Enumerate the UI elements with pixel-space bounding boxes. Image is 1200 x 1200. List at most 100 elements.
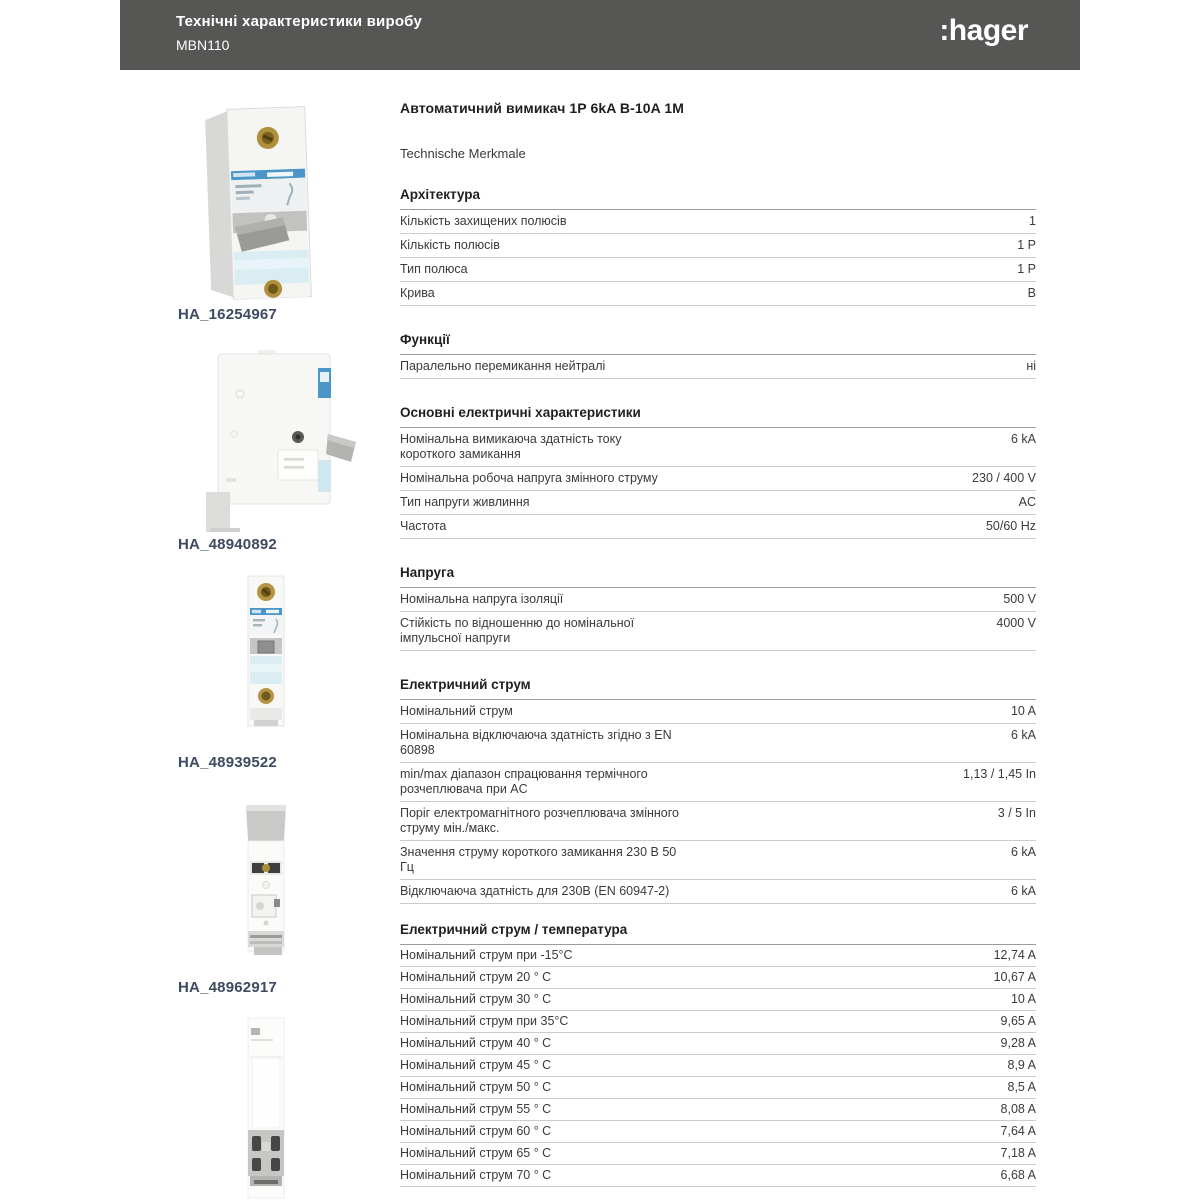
spec-row: Тип напруги живлиння AC <box>400 491 1036 515</box>
spec-label: Номінальний струм 70 ° C <box>400 1168 552 1182</box>
spec-value: 230 / 400 V <box>972 471 1036 485</box>
section-title: Напруга <box>400 565 1036 588</box>
image-caption: HA_16254967 <box>178 306 277 323</box>
spec-label: Поріг електромагнітного розчеплювача змі… <box>400 806 679 835</box>
spec-value: 8,9 A <box>1007 1058 1037 1072</box>
spec-label: Номінальний струм 55 ° C <box>400 1102 552 1116</box>
spec-row: Кількість полюсів 1 P <box>400 234 1036 258</box>
spec-section: Електричний струм Номінальний струм 10 A… <box>400 677 1036 904</box>
spec-label: Номінальний струм <box>400 704 513 718</box>
spec-label: Номінальний струм 45 ° C <box>400 1058 552 1072</box>
spec-value: 4000 V <box>996 616 1036 630</box>
breaker-top-icon <box>246 805 286 955</box>
section-rows: Номінальна напруга ізоляції 500 V Стійкі… <box>400 588 1036 651</box>
spec-label: Номінальна напруга ізоляції <box>400 592 564 606</box>
image-caption: HA_48939522 <box>178 754 277 771</box>
spec-row: Номінальний струм 20 ° C 10,67 A <box>400 967 1036 989</box>
spec-row: Крива B <box>400 282 1036 306</box>
breaker-front-icon <box>247 575 285 727</box>
spec-row: Номінальний струм 30 ° C 10 A <box>400 989 1036 1011</box>
spec-label: Номінальний струм 60 ° C <box>400 1124 552 1138</box>
section-rows: Номінальна вимикаюча здатність току коро… <box>400 428 1036 539</box>
spec-value: 1,13 / 1,45 In <box>963 767 1036 781</box>
spec-section: Функції Паралельно перемикання нейтралі … <box>400 332 1036 379</box>
doc-subtitle: MBN110 <box>176 37 230 53</box>
breaker-side-icon <box>206 350 356 532</box>
spec-row: Номінальний струм при -15°C 12,74 A <box>400 945 1036 967</box>
spec-label: Кількість захищених полюсів <box>400 214 567 228</box>
spec-label: Номінальний струм при -15°C <box>400 948 573 962</box>
spec-section: Архітектура Кількість захищених полюсів … <box>400 187 1036 306</box>
spec-value: 1 <box>1029 214 1036 228</box>
spec-value: 50/60 Hz <box>985 519 1036 533</box>
spec-label: min/max діапазон спрацювання термічного … <box>400 767 648 796</box>
spec-row: Значення струму короткого замикання 230 … <box>400 841 1036 880</box>
spec-row: Відключаюча здатність для 230В (EN 60947… <box>400 880 1036 904</box>
spec-label: Частота <box>400 519 447 533</box>
spec-value: 6 kA <box>1010 728 1036 742</box>
spec-value: 6 kA <box>1010 884 1036 898</box>
spec-row: Частота 50/60 Hz <box>400 515 1036 539</box>
spec-value: 6 kA <box>1010 845 1036 859</box>
image-caption: HA_48940892 <box>178 536 277 553</box>
spec-row: Номінальна відключаюча здатність згідно … <box>400 724 1036 763</box>
breaker-angled-icon <box>205 106 312 300</box>
spec-label: Номінальна відключаюча здатність згідно … <box>400 728 672 757</box>
spec-label: Номінальний струм 40 ° C <box>400 1036 552 1050</box>
spec-row: Паралельно перемикання нейтралі ні <box>400 355 1036 379</box>
spec-row: Кількість захищених полюсів 1 <box>400 210 1036 234</box>
spec-value: 3 / 5 In <box>997 806 1036 820</box>
spec-row: Тип полюса 1 P <box>400 258 1036 282</box>
spec-value: 10 A <box>1010 992 1036 1006</box>
spec-value: 1 P <box>1017 262 1036 276</box>
spec-value: 10,67 A <box>993 970 1036 984</box>
spec-value: 8,5 A <box>1007 1080 1037 1094</box>
spec-row: Номінальний струм 10 A <box>400 700 1036 724</box>
section-rows: Паралельно перемикання нейтралі ні <box>400 355 1036 379</box>
spec-value: ні <box>1026 359 1036 373</box>
spec-label: Номінальний струм при 35°C <box>400 1014 569 1028</box>
header-bar: Технічні характеристики виробу MBN110 :h… <box>120 0 1080 70</box>
spec-label: Номінальний струм 20 ° C <box>400 970 552 984</box>
section-title: Функції <box>400 332 1036 355</box>
spec-label: Номінальна вимикаюча здатність току коро… <box>400 432 622 461</box>
product-photo-bottom <box>170 1012 365 1200</box>
spec-row: Номінальний струм 45 ° C 8,9 A <box>400 1055 1036 1077</box>
section-title: Електричний струм <box>400 677 1036 700</box>
spec-label: Значення струму короткого замикання 230 … <box>400 845 677 874</box>
spec-row: Номінальний струм при 35°C 9,65 A <box>400 1011 1036 1033</box>
product-photo-angled: HA_16254967 <box>170 100 365 323</box>
breaker-bottom-icon <box>247 1017 285 1199</box>
section-rows: Номінальний струм 10 A Номінальна відклю… <box>400 700 1036 904</box>
spec-section: Основні електричні характеристики Номіна… <box>400 405 1036 539</box>
spec-value: B <box>1027 286 1036 300</box>
spec-row: Номінальний струм 60 ° C 7,64 A <box>400 1121 1036 1143</box>
spec-label: Номінальний струм 50 ° C <box>400 1080 552 1094</box>
product-photo-top: HA_48962917 <box>170 793 365 996</box>
spec-row: Номінальна вимикаюча здатність току коро… <box>400 428 1036 467</box>
spec-row: Номінальний струм 55 ° C 8,08 A <box>400 1099 1036 1121</box>
spec-value: 1 P <box>1017 238 1036 252</box>
spec-label: Тип напруги живлиння <box>400 495 530 509</box>
spec-value: AC <box>1018 495 1036 509</box>
spec-value: 12,74 A <box>993 948 1036 962</box>
spec-row: Номінальний струм 70 ° C 6,68 A <box>400 1165 1036 1187</box>
spec-value: 7,64 A <box>1000 1124 1036 1138</box>
spec-label: Кількість полюсів <box>400 238 500 252</box>
image-caption: HA_48962917 <box>178 979 277 996</box>
spec-value: 9,65 A <box>1000 1014 1036 1028</box>
section-rows: Номінальний струм при -15°C 12,74 A Номі… <box>400 945 1036 1187</box>
spec-value: 7,18 A <box>1000 1146 1036 1160</box>
spec-row: Номінальна напруга ізоляції 500 V <box>400 588 1036 612</box>
spec-label: Номінальний струм 65 ° C <box>400 1146 552 1160</box>
spec-label: Крива <box>400 286 435 300</box>
spec-label: Стійкість по відношенню до номінальної і… <box>400 616 635 645</box>
spec-row: Поріг електромагнітного розчеплювача змі… <box>400 802 1036 841</box>
spec-row: min/max діапазон спрацювання термічного … <box>400 763 1036 802</box>
section-title: Основні електричні характеристики <box>400 405 1036 428</box>
spec-label: Відключаюча здатність для 230В (EN 60947… <box>400 884 670 898</box>
hager-logo: :hager <box>939 14 1028 47</box>
spec-value: 6 kA <box>1010 432 1036 446</box>
product-photo-side: HA_48940892 <box>170 342 365 553</box>
section-title: Архітектура <box>400 187 1036 210</box>
